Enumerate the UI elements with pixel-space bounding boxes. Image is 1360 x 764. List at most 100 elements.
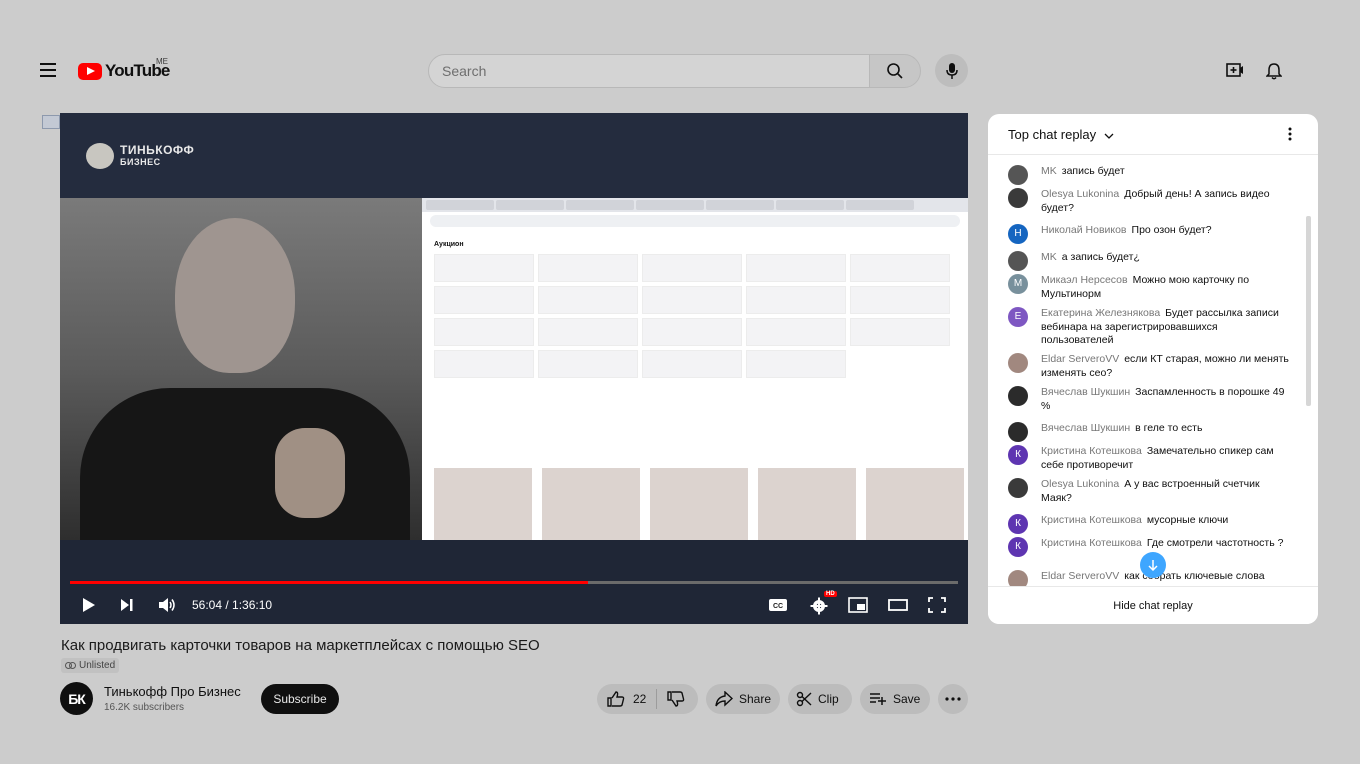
chat-author-avatar[interactable]: Е xyxy=(1008,307,1028,327)
chat-author-name[interactable]: Вячеслав Шукшин xyxy=(1041,386,1130,398)
save-label: Save xyxy=(893,692,921,706)
chat-author-avatar[interactable] xyxy=(1008,165,1028,185)
video-title: Как продвигать карточки товаров на марке… xyxy=(61,637,540,654)
chat-message-body: Вячеслав Шукшин в геле то есть xyxy=(1041,422,1291,436)
chat-message-body: Кристина Котешкова Замечательно спикер са… xyxy=(1041,445,1291,472)
theater-mode-icon[interactable] xyxy=(888,597,908,613)
more-actions-button[interactable] xyxy=(938,684,968,714)
share-button[interactable]: Share xyxy=(706,684,780,714)
chat-author-name[interactable]: Екатерина Железнякова xyxy=(1041,307,1160,319)
volume-icon[interactable] xyxy=(158,597,176,613)
chat-author-name[interactable]: Кристина Котешкова xyxy=(1041,445,1142,457)
chat-message-body: Микаэл Нерсесов Можно мою карточку по Мул… xyxy=(1041,274,1291,301)
chat-message: Eldar ServeroVV если КТ старая, можно ли … xyxy=(1008,353,1308,380)
subscribe-button[interactable]: Subscribe xyxy=(261,684,339,714)
chat-scrollbar[interactable] xyxy=(1306,216,1311,406)
chat-author-avatar[interactable] xyxy=(1008,386,1028,406)
miniplayer-icon[interactable] xyxy=(848,597,868,613)
create-icon[interactable] xyxy=(1226,62,1244,83)
chat-author-name[interactable]: Кристина Котешкова xyxy=(1041,537,1142,549)
shared-screen: Аукцион xyxy=(422,198,968,540)
visibility-badge: Unlisted xyxy=(61,658,120,673)
hide-chat-replay-button[interactable]: Hide chat replay xyxy=(988,586,1318,624)
video-player[interactable]: ТИНЬКОФФ БИЗНЕС Аукцион 56:04 / 1:36:10 … xyxy=(60,113,968,624)
progress-bar[interactable] xyxy=(70,581,958,584)
chat-author-name[interactable]: Вячеслав Шукшин xyxy=(1041,422,1130,434)
chat-message-body: Кристина Котешкова мусорные ключи xyxy=(1041,514,1291,528)
bell-icon[interactable] xyxy=(1265,62,1283,85)
chat-author-name[interactable]: Кристина Котешкова xyxy=(1041,514,1142,526)
chat-message: К Кристина Котешкова мусорные ключи xyxy=(1008,514,1308,534)
chat-author-name[interactable]: MK xyxy=(1041,165,1057,177)
chat-message-text: в геле то есть xyxy=(1135,422,1203,434)
chat-author-name[interactable]: Eldar ServeroVV xyxy=(1041,570,1119,582)
chat-author-avatar[interactable] xyxy=(1008,188,1028,208)
chat-author-avatar[interactable]: К xyxy=(1008,514,1028,534)
subscriber-count: 16.2K subscribers xyxy=(104,702,185,713)
chat-message-text: Где смотрели частотность ? xyxy=(1146,537,1284,549)
fullscreen-icon[interactable] xyxy=(928,597,946,613)
search-input[interactable]: Search xyxy=(428,54,870,88)
chat-message-body: MK а запись будет¿ xyxy=(1041,251,1291,265)
chat-author-name[interactable]: Николай Новиков xyxy=(1041,224,1127,236)
voice-search-button[interactable] xyxy=(935,54,968,87)
chat-message: Olesya Lukonina А у вас встроенный счетчи… xyxy=(1008,478,1308,505)
chat-message-text: Про озон будет? xyxy=(1131,224,1212,236)
channel-name[interactable]: Тинькофф Про Бизнес xyxy=(104,684,241,699)
search-button[interactable] xyxy=(869,54,921,88)
chat-author-avatar[interactable]: К xyxy=(1008,445,1028,465)
thumbs-up-icon[interactable] xyxy=(607,690,625,708)
hd-badge: HD xyxy=(824,591,837,597)
chat-author-avatar[interactable] xyxy=(1008,422,1028,442)
subtitles-icon[interactable]: CC xyxy=(768,597,788,613)
clip-label: Clip xyxy=(818,692,839,706)
menu-icon[interactable] xyxy=(40,63,56,77)
chat-message: Olesya Lukonina Добрый день! А запись вид… xyxy=(1008,188,1308,215)
play-icon[interactable] xyxy=(82,597,96,613)
share-label: Share xyxy=(739,692,772,706)
chat-message: М Микаэл Нерсесов Можно мою карточку по Му… xyxy=(1008,274,1308,301)
chat-message-body: Olesya Lukonina А у вас встроенный счетчи… xyxy=(1041,478,1291,505)
like-count[interactable]: 22 xyxy=(633,692,646,706)
thumbs-down-icon[interactable] xyxy=(667,690,685,708)
chat-author-avatar[interactable] xyxy=(1008,478,1028,498)
chat-author-name[interactable]: Olesya Lukonina xyxy=(1041,188,1119,200)
time-display: 56:04 / 1:36:10 xyxy=(192,598,273,612)
chat-message: К Кристина Котешкова Где смотрели частотно… xyxy=(1008,537,1308,557)
speaker-camera-frame xyxy=(60,198,422,548)
chat-mode-dropdown[interactable]: Top chat replay xyxy=(1008,127,1114,142)
chat-author-avatar[interactable] xyxy=(1008,353,1028,373)
save-button[interactable]: Save xyxy=(860,684,930,714)
chat-author-avatar[interactable]: М xyxy=(1008,274,1028,294)
chat-replay-panel: Top chat replay MK запись будет Olesya Luk… xyxy=(988,114,1318,624)
chat-author-avatar[interactable]: Н xyxy=(1008,224,1028,244)
progress-played xyxy=(70,581,588,584)
chat-author-name[interactable]: Olesya Lukonina xyxy=(1041,478,1119,490)
chat-author-name[interactable]: Микаэл Нерсесов xyxy=(1041,274,1128,286)
settings-gear-icon[interactable] xyxy=(810,597,828,615)
chat-message: Н Николай Новиков Про озон будет? xyxy=(1008,224,1308,244)
chat-author-name[interactable]: MK xyxy=(1041,251,1057,263)
svg-text:CC: CC xyxy=(773,603,783,610)
clip-button[interactable]: Clip xyxy=(788,684,852,714)
chat-author-avatar[interactable]: К xyxy=(1008,537,1028,557)
jump-to-latest-button[interactable] xyxy=(1140,552,1166,578)
chat-message-body: Eldar ServeroVV если КТ старая, можно ли … xyxy=(1041,353,1291,380)
chevron-down-icon xyxy=(1104,133,1114,139)
channel-avatar[interactable]: БК xyxy=(60,682,93,715)
chat-message-text: а запись будет¿ xyxy=(1061,251,1140,263)
chat-header: Top chat replay xyxy=(988,114,1318,155)
next-icon[interactable] xyxy=(120,597,134,613)
youtube-logo[interactable]: YouTube ME xyxy=(78,57,170,81)
scissors-icon xyxy=(796,691,812,707)
chat-author-name[interactable]: Eldar ServeroVV xyxy=(1041,353,1119,365)
kebab-menu-icon[interactable] xyxy=(1288,127,1292,141)
link-icon xyxy=(65,662,76,669)
chat-message-body: MK запись будет xyxy=(1041,165,1291,179)
channel-initials: БК xyxy=(68,690,86,707)
chat-message-body: Eldar ServeroVV как собрать ключевые слов… xyxy=(1041,570,1291,584)
chat-message: Е Екатерина Железнякова Будет рассылка зап… xyxy=(1008,307,1308,348)
youtube-play-icon xyxy=(78,62,102,80)
microphone-icon xyxy=(945,62,958,79)
chat-author-avatar[interactable] xyxy=(1008,251,1028,271)
